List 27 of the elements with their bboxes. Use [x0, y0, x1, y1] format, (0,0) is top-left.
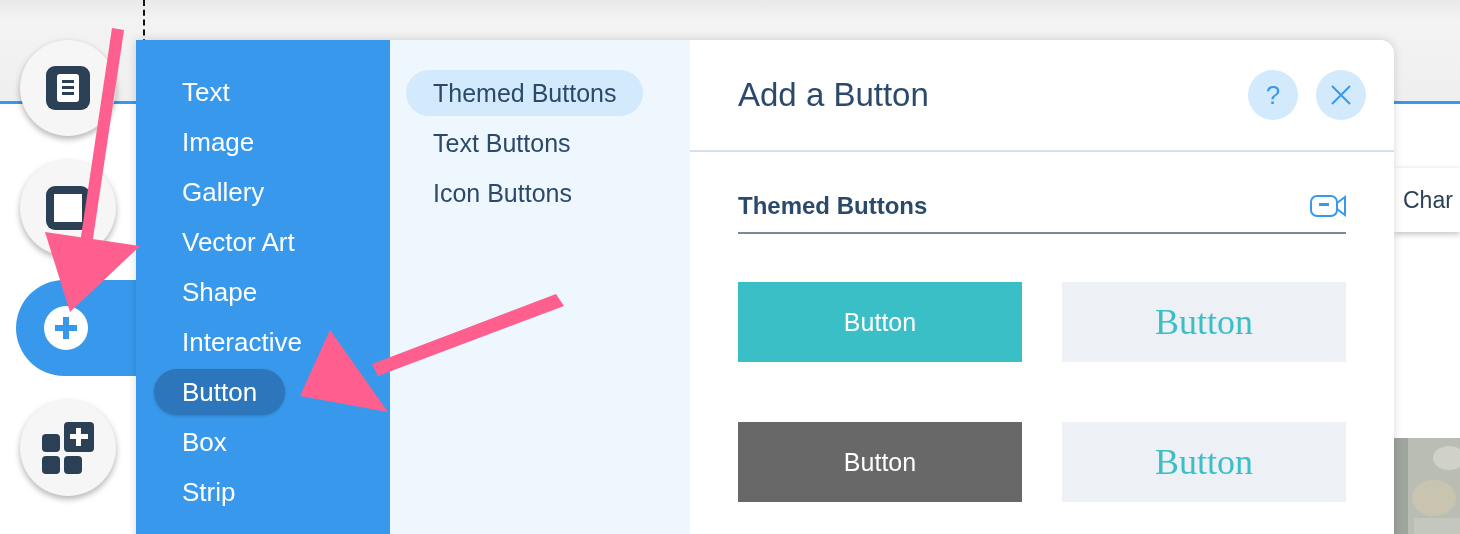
button-sample[interactable]: Button — [738, 422, 1022, 502]
button-sample[interactable]: Button — [738, 282, 1022, 362]
category-item[interactable]: Vector Art — [154, 219, 295, 265]
button-sample[interactable]: Button — [1062, 282, 1346, 362]
category-item[interactable]: Text — [154, 69, 230, 115]
button-sample[interactable]: Button — [1062, 422, 1346, 502]
add-icon — [44, 306, 88, 350]
category-item[interactable]: Strip — [154, 469, 236, 515]
square-icon — [46, 186, 90, 230]
apps-icon — [42, 422, 94, 474]
panel-title: Add a Button — [738, 76, 930, 114]
close-icon — [1330, 84, 1352, 106]
help-button[interactable]: ? — [1248, 70, 1298, 120]
subcategory-item[interactable]: Text Buttons — [406, 120, 598, 166]
category-item[interactable]: Box — [154, 419, 227, 465]
category-item[interactable]: Interactive — [154, 319, 302, 365]
document-icon — [46, 66, 90, 110]
category-item[interactable]: Shape — [154, 269, 258, 315]
close-button[interactable] — [1316, 70, 1366, 120]
category-item[interactable]: Image — [154, 119, 255, 165]
subcategory-item[interactable]: Themed Buttons — [406, 70, 644, 116]
video-camera-icon — [1310, 193, 1346, 219]
subcategory-item[interactable]: Icon Buttons — [406, 170, 599, 216]
section-title: Themed Buttons — [738, 192, 928, 220]
change-button[interactable]: Char — [1394, 168, 1460, 232]
category-item[interactable]: Gallery — [154, 169, 265, 215]
category-item[interactable]: Button — [154, 369, 286, 415]
